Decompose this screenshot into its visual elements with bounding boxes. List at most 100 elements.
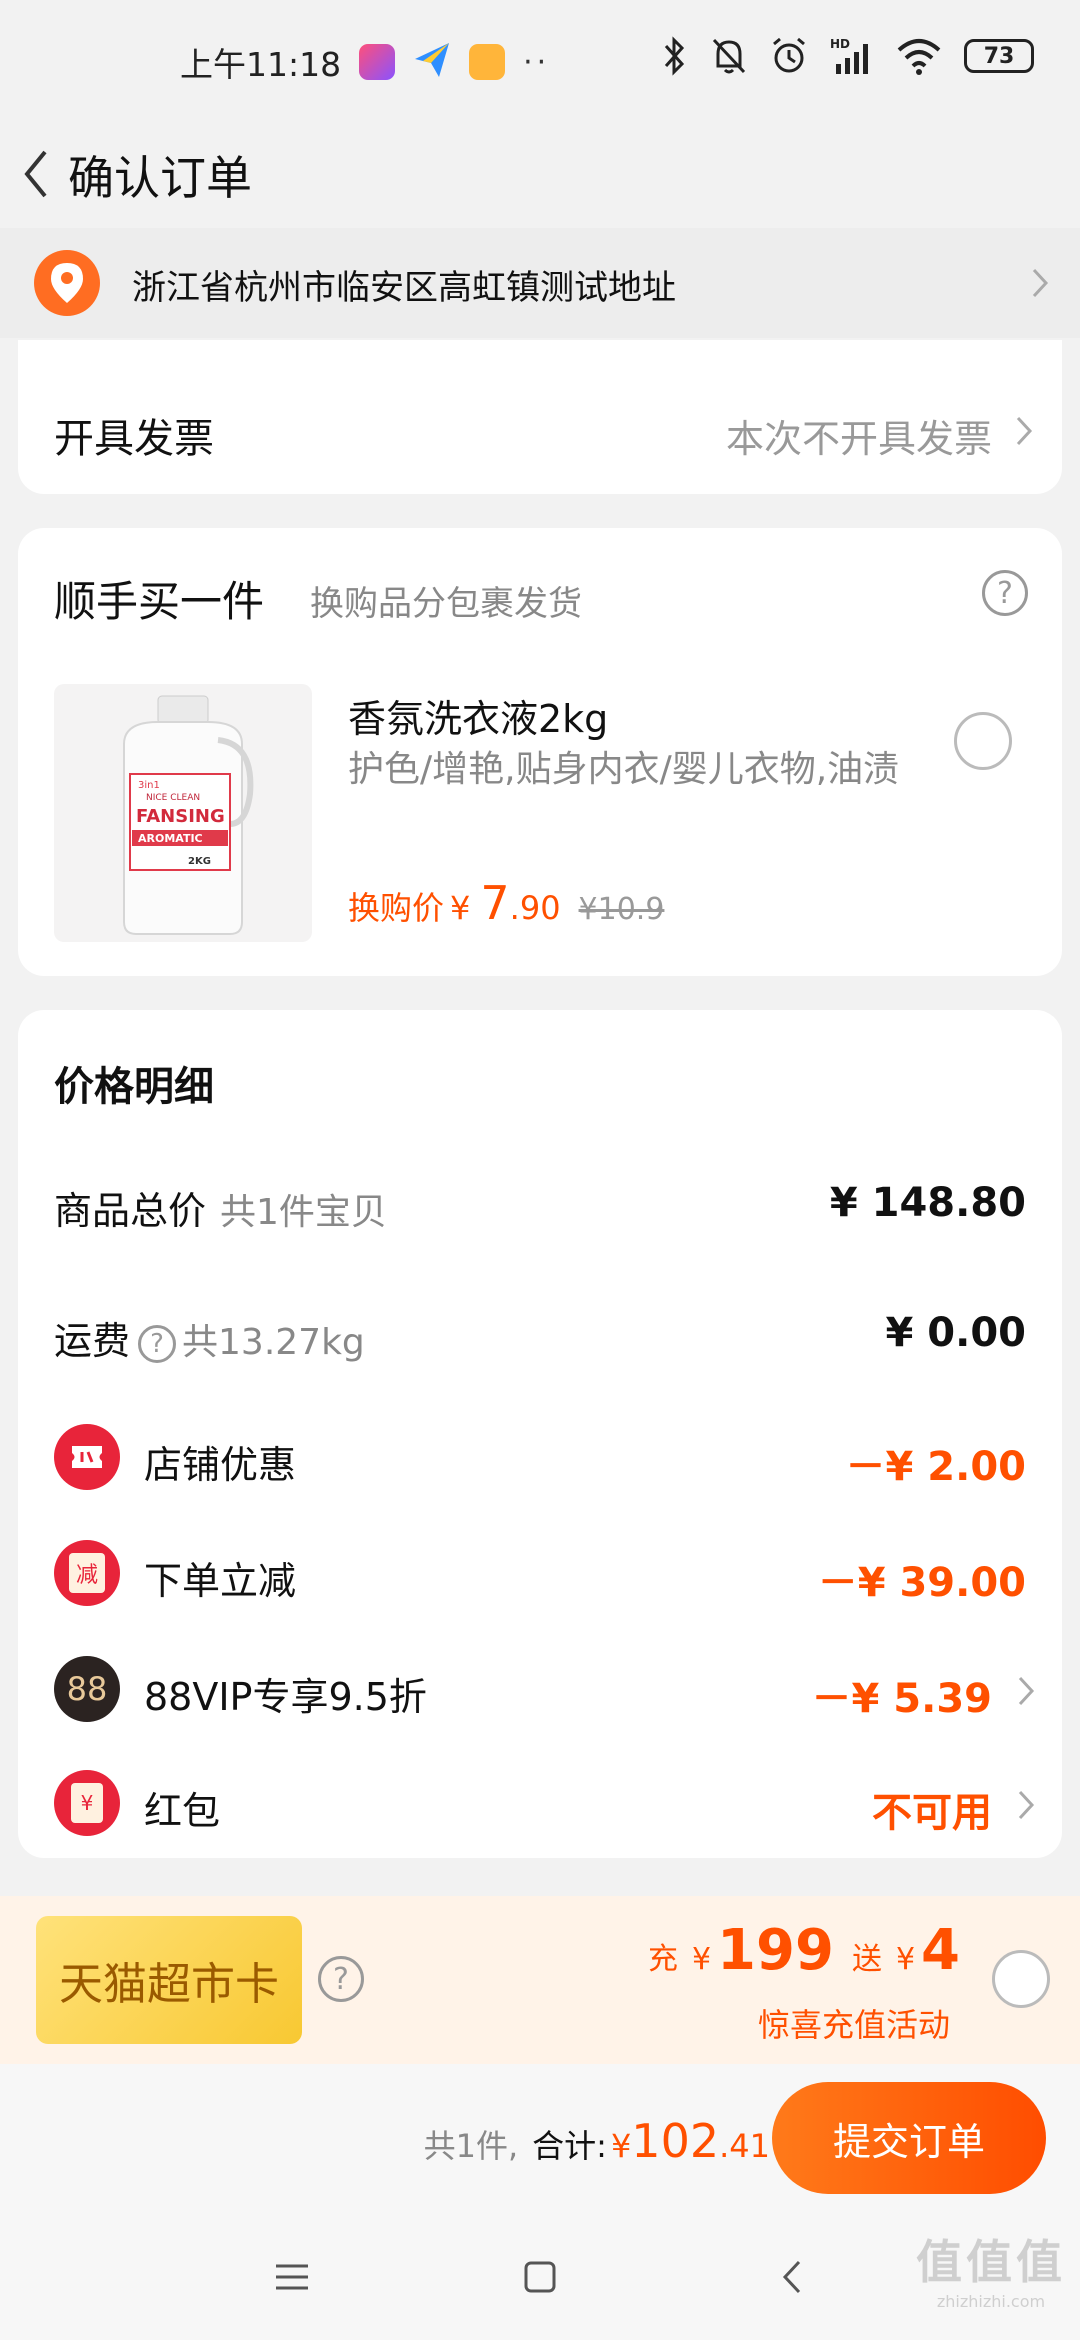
help-icon[interactable]: ? <box>982 570 1028 616</box>
watermark-sub: zhizhizhi.com <box>936 2292 1046 2311</box>
bonus-amount: 4 <box>921 1918 960 1983</box>
recharge-amount: 199 <box>717 1918 834 1983</box>
chevron-left-icon <box>782 2260 801 2294</box>
addon-select-radio[interactable] <box>954 712 1012 770</box>
original-price: ¥10.9 <box>578 892 665 927</box>
status-bar: 上午11:18 ·· HD 73 <box>0 0 1080 118</box>
instant-discount-glyph: 减 <box>69 1553 105 1593</box>
product-name[interactable]: 香氛洗衣液2kg <box>348 688 608 743</box>
total-decimal: .41 <box>719 2127 770 2165</box>
home-button[interactable] <box>510 2252 570 2302</box>
back-button[interactable] <box>6 134 66 214</box>
item-count: 共1件, <box>423 2127 519 2165</box>
tmall-card-promo: 天猫超市卡 ? 充 ¥ 199 送 ¥ 4 惊喜充值活动 <box>0 1896 1080 2064</box>
product-image-line2: AROMATIC <box>138 832 203 845</box>
bluetooth-icon <box>662 36 688 76</box>
addon-subtitle: 换购品分包裹发货 <box>310 584 582 624</box>
price-label: 换购价 <box>348 889 445 927</box>
instant-discount-value: －¥ 39.00 <box>817 1560 1026 1606</box>
app-notification-icon <box>359 44 396 80</box>
price-integer: 7 <box>480 876 510 930</box>
page-title: 确认订单 <box>68 151 252 205</box>
subtotal-value: ¥ 148.80 <box>829 1180 1026 1226</box>
addon-purchase-card: 顺手买一件 换购品分包裹发货 ? 3in1 NICE CLEAN FANSING… <box>18 528 1062 976</box>
tmall-caption: 惊喜充值活动 <box>757 2006 950 2044</box>
chevron-right-icon <box>1016 416 1033 446</box>
battery-indicator: 73 <box>964 39 1034 73</box>
product-image-badge: 3in1 <box>138 780 160 791</box>
subtotal-count: 共1件宝贝 <box>220 1192 387 1233</box>
chevron-right-icon <box>1018 1676 1035 1706</box>
square-icon <box>524 2261 556 2293</box>
shipping-label: 运费? 共13.27kg <box>54 1310 365 1365</box>
red-packet-value[interactable]: 不可用 <box>872 1780 992 1838</box>
location-pin-icon <box>34 250 100 316</box>
menu-icon <box>276 2264 308 2290</box>
tmall-card-radio[interactable] <box>992 1950 1050 2008</box>
checkout-bar: 共1件, 合计: ¥ 102 .41 提交订单 <box>0 2064 1080 2214</box>
tmall-card-badge: 天猫超市卡 <box>36 1916 302 2044</box>
svg-text:HD: HD <box>830 37 850 51</box>
price-detail-title: 价格明细 <box>54 1064 214 1110</box>
header: 确认订单 <box>0 118 1080 228</box>
recents-button[interactable] <box>262 2252 322 2302</box>
vip-88-icon: 88 <box>54 1656 120 1722</box>
red-packet-glyph: ¥ <box>71 1783 103 1823</box>
paper-plane-icon <box>413 41 451 83</box>
product-image-size: 2KG <box>188 856 211 867</box>
instant-discount-label: 下单立减 <box>144 1559 297 1603</box>
product-description: 护色/增艳,贴身内衣/婴儿衣物,油渍 <box>348 749 900 790</box>
order-total: 共1件, 合计: ¥ 102 .41 <box>424 2114 770 2168</box>
price-decimal: .90 <box>509 889 561 927</box>
signal-icon: HD <box>830 36 874 76</box>
product-image[interactable]: 3in1 NICE CLEAN FANSING AROMATIC 2KG <box>54 684 312 942</box>
subtotal-label: 商品总价 共1件宝贝 <box>54 1180 387 1235</box>
watermark: 值值值 zhizhizhi.com <box>916 2226 1066 2311</box>
tmall-offer: 充 ¥ 199 送 ¥ 4 <box>648 1918 960 1983</box>
instant-discount-icon: 减 <box>54 1540 120 1606</box>
status-right: HD 73 <box>662 36 1034 76</box>
system-back-button[interactable] <box>762 2252 822 2302</box>
bonus-prefix: 送 <box>851 1942 882 1977</box>
alarm-icon <box>770 36 808 76</box>
vip-discount-label: 88VIP专享9.5折 <box>144 1675 427 1719</box>
product-price: 换购价 ¥ 7 .90 ¥10.9 <box>348 876 664 930</box>
price-currency: ¥ <box>450 889 471 927</box>
invoice-row[interactable]: 开具发票 本次不开具发票 <box>18 340 1062 494</box>
chevron-right-icon <box>1018 1790 1035 1820</box>
tmall-help-icon[interactable]: ? <box>318 1956 364 2002</box>
wifi-icon <box>896 36 942 76</box>
subtotal-text: 商品总价 <box>54 1189 207 1233</box>
product-image-brand: FANSING <box>136 806 225 827</box>
recharge-currency: ¥ <box>691 1942 712 1977</box>
status-time: 上午11:18 <box>180 45 342 84</box>
product-image-line1: NICE CLEAN <box>146 793 200 803</box>
watermark-main: 值值值 <box>916 2235 1066 2289</box>
address-row[interactable]: 浙江省杭州市临安区高虹镇测试地址 <box>0 228 1080 338</box>
address-text: 浙江省杭州市临安区高虹镇测试地址 <box>132 268 676 308</box>
shipping-help-icon[interactable]: ? <box>138 1324 177 1363</box>
bonus-currency: ¥ <box>895 1942 916 1977</box>
mute-bell-icon <box>710 36 748 76</box>
invoice-label: 开具发票 <box>54 416 214 462</box>
recharge-prefix: 充 <box>647 1942 678 1977</box>
status-left: 上午11:18 ·· <box>180 38 550 86</box>
shop-discount-label: 店铺优惠 <box>144 1443 297 1487</box>
invoice-value: 本次不开具发票 <box>725 417 992 461</box>
total-label: 合计: <box>532 2127 607 2165</box>
price-detail-card: 价格明细 商品总价 共1件宝贝 ¥ 148.80 运费? 共13.27kg ¥ 0.… <box>18 1010 1062 1858</box>
notes-app-icon <box>469 44 506 80</box>
more-notifications: ·· <box>523 44 551 80</box>
total-currency: ¥ <box>610 2127 632 2165</box>
chevron-right-icon <box>1032 268 1049 298</box>
addon-title: 顺手买一件 <box>54 577 265 626</box>
total-integer: 102 <box>631 2114 720 2168</box>
red-packet-icon: ¥ <box>54 1770 120 1836</box>
vip-discount-value[interactable]: －¥ 5.39 <box>812 1666 992 1724</box>
system-nav-bar: 值值值 zhizhizhi.com <box>0 2214 1080 2340</box>
chevron-left-icon <box>24 150 47 198</box>
shipping-value: ¥ 0.00 <box>885 1310 1026 1356</box>
red-packet-label: 红包 <box>144 1789 221 1833</box>
submit-order-button[interactable]: 提交订单 <box>772 2082 1046 2194</box>
shipping-text: 运费 <box>54 1319 131 1363</box>
